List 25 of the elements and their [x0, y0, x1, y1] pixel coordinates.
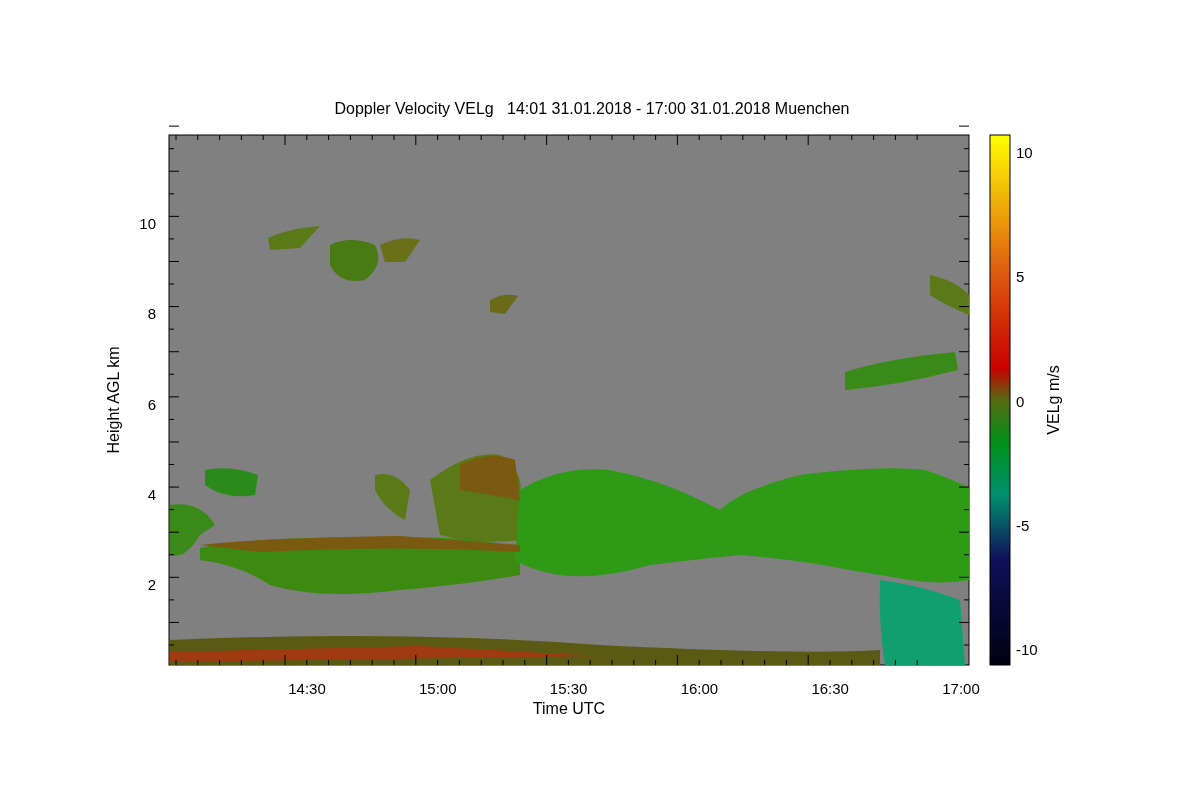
echo-region	[205, 468, 258, 497]
echo-region	[930, 275, 969, 315]
echo-region	[490, 294, 518, 314]
x-tick-label: 16:30	[811, 680, 849, 697]
y-tick-label: 6	[147, 395, 156, 413]
x-tick-label: 15:00	[419, 680, 457, 697]
colorbar-tick-label: 5	[1016, 268, 1025, 286]
y-tick-label: 10	[139, 215, 156, 232]
colorbar-tick-label: -10	[1016, 641, 1038, 658]
colorbar-tick-label: 0	[1016, 392, 1025, 410]
x-tick-label: 14:30	[288, 680, 326, 697]
echo-region	[375, 474, 410, 520]
x-tick-label: 16:00	[680, 680, 719, 697]
y-axis-label: Height AGL km	[105, 346, 122, 454]
echo-region	[268, 226, 320, 250]
colorbar-label: VELg m/s	[1045, 365, 1062, 435]
y-tick-label: 4	[147, 485, 156, 503]
plot-title: Doppler Velocity VELg 14:01 31.01.2018 - 17:00 31.01.2018 Muenchen	[334, 100, 850, 117]
y-tick-label: 2	[147, 576, 156, 593]
x-tick-label: 17:00	[942, 680, 980, 697]
colorbar-tick-label: 10	[1016, 144, 1033, 161]
x-axis-label: Time UTC	[532, 700, 606, 717]
x-tick-label: 15:30	[549, 680, 588, 697]
y-tick-label: 8	[147, 305, 156, 323]
colorbar-tick-label: -5	[1016, 516, 1030, 534]
